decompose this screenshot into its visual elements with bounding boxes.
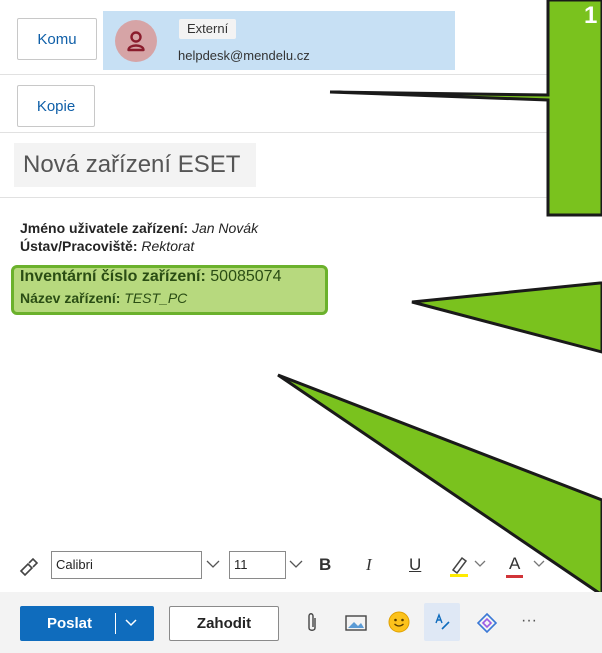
editor-button[interactable]	[424, 603, 460, 641]
attach-icon[interactable]	[305, 612, 319, 634]
font-family-select[interactable]: Calibri	[51, 551, 202, 579]
chevron-down-icon[interactable]	[206, 560, 220, 569]
divider	[115, 613, 116, 634]
image-icon[interactable]	[345, 614, 367, 632]
send-button[interactable]: Poslat	[20, 606, 154, 641]
font-size-select[interactable]: 11	[229, 551, 286, 579]
font-color-button[interactable]: A	[509, 554, 520, 574]
action-bar: Poslat Zahodit ···	[0, 592, 602, 653]
underline-button[interactable]: U	[409, 555, 421, 575]
chevron-down-icon[interactable]	[533, 560, 545, 568]
emoji-icon[interactable]	[388, 611, 410, 633]
italic-button[interactable]: I	[366, 555, 372, 575]
loop-icon[interactable]	[476, 612, 498, 634]
callout-shape	[329, 0, 602, 217]
bold-button[interactable]: B	[319, 555, 331, 575]
chevron-down-icon[interactable]	[289, 560, 303, 569]
discard-button[interactable]: Zahodit	[169, 606, 279, 641]
formatting-toolbar: Calibri 11 B I U A	[0, 546, 602, 586]
chevron-down-icon[interactable]	[124, 613, 138, 633]
highlighter-icon[interactable]	[448, 554, 470, 578]
editor-icon	[435, 613, 450, 630]
font-color-swatch	[506, 575, 523, 578]
callout-shape	[411, 281, 602, 354]
callout-number: 1	[584, 2, 598, 29]
more-options-button[interactable]: ···	[521, 612, 537, 630]
chevron-down-icon[interactable]	[474, 560, 486, 568]
format-painter-icon[interactable]	[18, 556, 40, 576]
send-label: Poslat	[47, 615, 93, 632]
